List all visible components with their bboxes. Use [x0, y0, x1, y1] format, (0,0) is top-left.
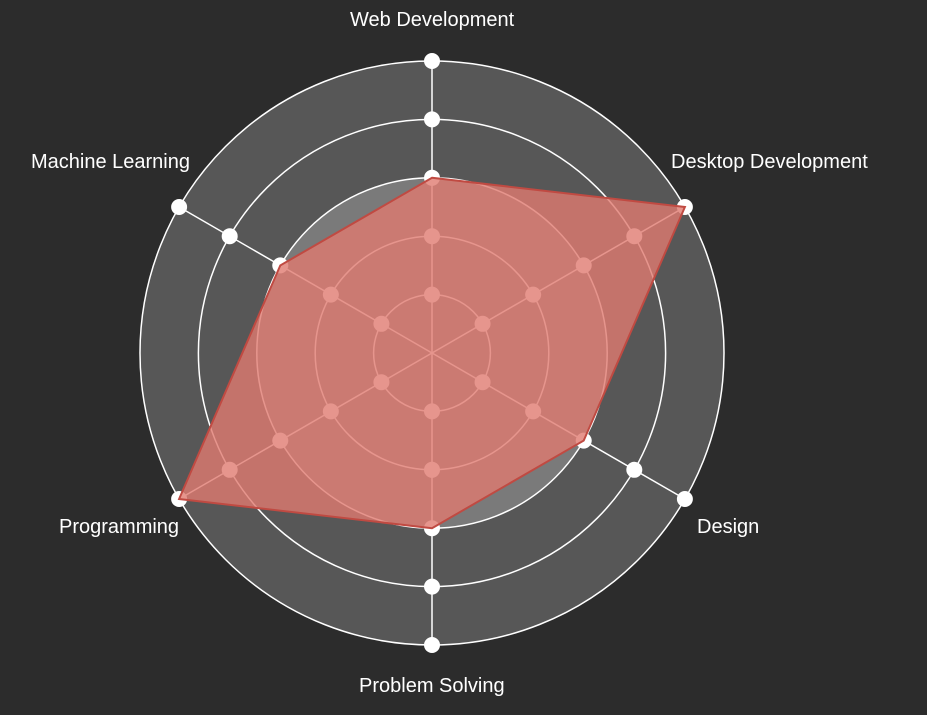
axis-label-design: Design: [697, 516, 760, 538]
axis-label-machine-learning: Machine Learning: [31, 151, 190, 173]
grid-point-0-4: [424, 111, 440, 128]
grid-point-3-4: [424, 578, 440, 595]
axis-label-programming: Programming: [59, 516, 180, 538]
axis-label-web-development: Web Development: [350, 9, 515, 31]
radar-svg: [139, 53, 725, 653]
grid-point-5-4: [221, 228, 238, 245]
grid-point-0-5: [424, 53, 440, 69]
grid-point-2-5: [676, 491, 693, 507]
grid-point-3-5: [424, 637, 440, 653]
grid-point-2-4: [626, 461, 643, 478]
axis-label-problem-solving: Problem Solving: [359, 675, 505, 697]
grid-point-5-5: [171, 199, 188, 215]
radar-chart: Web Development Desktop Development Desi…: [0, 0, 927, 715]
axis-label-desktop-development: Desktop Development: [671, 151, 868, 173]
